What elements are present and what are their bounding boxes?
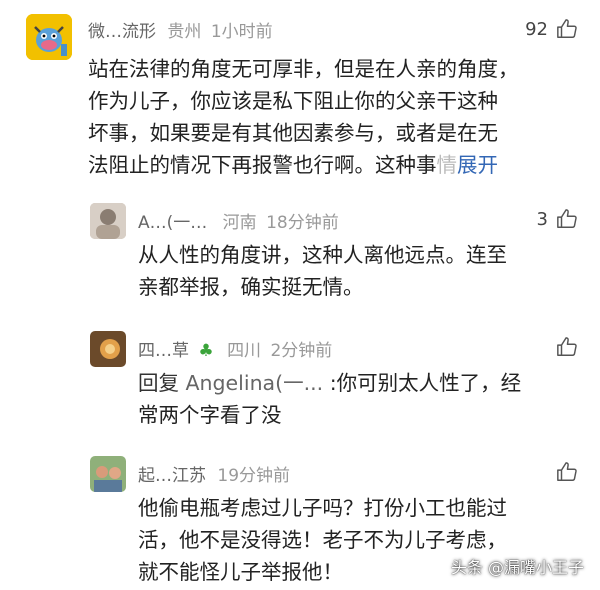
commenter-name[interactable]: 四…草 xyxy=(138,341,189,361)
thumbs-up-icon xyxy=(557,209,577,228)
comment-text-line: 常两个字看了没 xyxy=(138,403,282,427)
commenter-name[interactable]: A…(一… xyxy=(138,213,207,233)
comment-time: 18分钟前 xyxy=(266,213,339,233)
avatar[interactable] xyxy=(90,331,126,367)
comment-text-line: 活，他不是没得选！老子不为儿子考虑， xyxy=(138,528,507,552)
comment-text-line: 亲都举报，确实挺无情。 xyxy=(138,275,364,299)
reply-item: A…(一… 河南 18分钟前 3 从人性的角度讲，这种人离他远点。连至 亲都举报… xyxy=(0,195,600,315)
comment-meta: 起…江苏 19分钟前 xyxy=(138,461,290,486)
like-button[interactable]: 92 xyxy=(525,18,578,40)
comment-meta: 微…流形 贵州 1小时前 xyxy=(88,17,273,42)
comment-text-line: 从人性的角度讲，这种人离他远点。连至 xyxy=(138,243,507,267)
user-photo-icon xyxy=(90,456,126,492)
clover-icon: ♣ xyxy=(198,341,214,361)
like-count: 3 xyxy=(536,208,548,230)
comment-item: 微…流形 贵州 1小时前 92 站在法律的角度无可厚非，但是在人亲的角度， 作为… xyxy=(0,0,600,180)
cow-avatar-icon xyxy=(26,14,72,60)
comment-text-line: 站在法律的角度无可厚非，但是在人亲的角度， xyxy=(88,57,519,81)
reply-prefix: 回复 xyxy=(138,371,186,395)
expand-link[interactable]: 展开 xyxy=(457,153,498,177)
comment-text-fade: 情 xyxy=(436,153,458,177)
comment-text-fragment: :你可别太人性了，经 xyxy=(323,371,522,395)
user-photo-icon xyxy=(90,203,126,239)
comment-time: 2分钟前 xyxy=(270,341,333,361)
comment-text-fragment: 法阻止的情况下再报警也行啊。这种事 xyxy=(88,153,437,177)
comment-text: 从人性的角度讲，这种人离他远点。连至 亲都举报，确实挺无情。 xyxy=(138,239,578,303)
comment-time: 1小时前 xyxy=(210,22,273,42)
comment-text-line: 作为儿子，你应该是私下阻止你的父亲干这种 xyxy=(88,89,498,113)
watermark: 头条 @漏嘴小王子 xyxy=(450,558,584,577)
reply-target-link[interactable]: Angelina(一... xyxy=(186,371,324,395)
comment-location: 贵州 xyxy=(167,22,202,42)
thumbs-up-icon xyxy=(557,19,577,38)
avatar[interactable] xyxy=(90,203,126,239)
comment-text-line: 法阻止的情况下再报警也行啊。这种事情展开 xyxy=(88,149,580,181)
like-count: 92 xyxy=(525,18,548,40)
comment-text: 回复 Angelina(一... :你可别太人性了，经 常两个字看了没 xyxy=(138,367,578,431)
comment-meta: 四…草 ♣ 四川 2分钟前 xyxy=(138,336,332,361)
commenter-name[interactable]: 起…江苏 xyxy=(138,466,206,486)
comment-location: 河南 xyxy=(222,213,257,233)
comment-text-line: 他偷电瓶考虑过儿子吗？打份小工也能过 xyxy=(138,496,507,520)
comment-meta: A…(一… 河南 18分钟前 xyxy=(138,208,339,233)
like-button[interactable] xyxy=(548,461,578,483)
comment-location: 四川 xyxy=(227,341,262,361)
thumbs-up-icon xyxy=(557,337,577,356)
comment-time: 19分钟前 xyxy=(217,466,291,486)
user-photo-icon xyxy=(90,331,126,367)
like-button[interactable] xyxy=(548,336,578,358)
avatar[interactable] xyxy=(26,14,72,60)
avatar[interactable] xyxy=(90,456,126,492)
reply-item: 四…草 ♣ 四川 2分钟前 回复 Angelina(一... :你可别太人性了，… xyxy=(0,325,600,445)
comment-text-line: 坏事，如果要是有其他因素参与，或者是在无 xyxy=(88,121,498,145)
like-button[interactable]: 3 xyxy=(537,208,578,230)
thumbs-up-icon xyxy=(557,462,577,481)
comment-text-line: 回复 Angelina(一... :你可别太人性了，经 xyxy=(138,367,578,399)
commenter-name[interactable]: 微…流形 xyxy=(88,22,156,42)
comment-text: 站在法律的角度无可厚非，但是在人亲的角度， 作为儿子，你应该是私下阻止你的父亲干… xyxy=(88,53,580,181)
